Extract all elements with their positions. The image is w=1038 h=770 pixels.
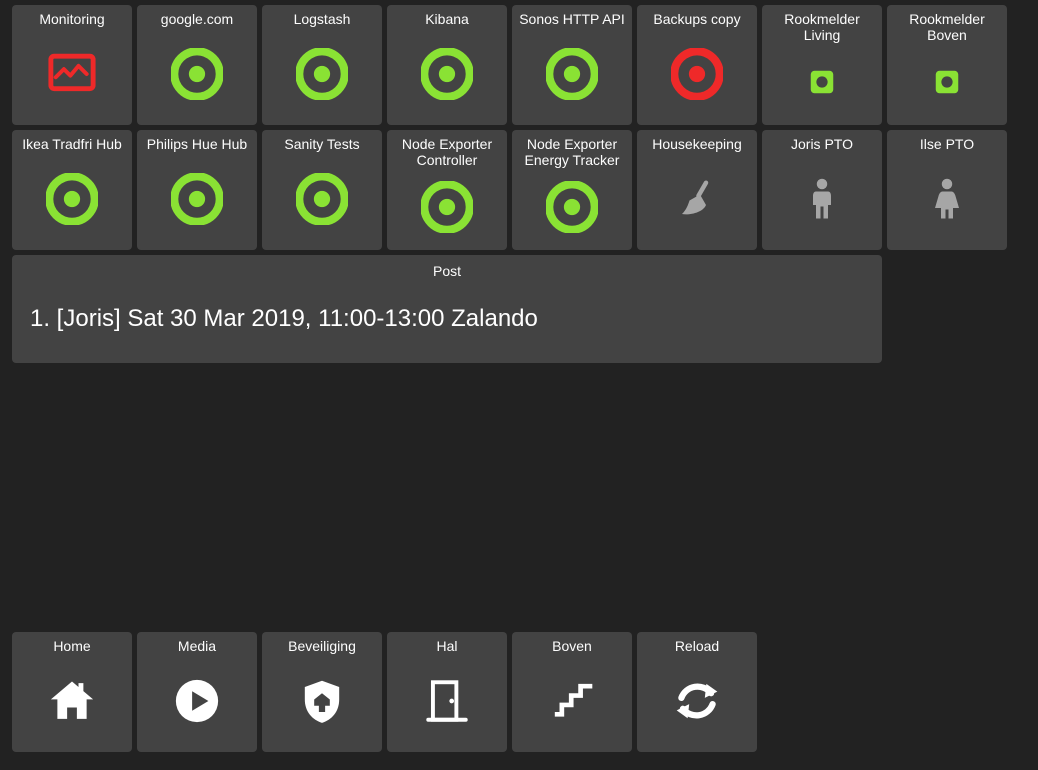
nav-beveiliging[interactable]: Beveiliging (262, 632, 382, 752)
tile-label: Housekeeping (652, 136, 742, 152)
tile-label: Ilse PTO (920, 136, 974, 152)
bullseye-icon (296, 154, 348, 250)
tile-node-exporter-energy-tracker[interactable]: Node Exporter Energy Tracker (512, 130, 632, 250)
tile-label: google.com (161, 11, 233, 27)
bullseye-icon (671, 29, 723, 125)
square-icon (927, 45, 967, 125)
tile-label: Kibana (425, 11, 469, 27)
bullseye-icon (171, 154, 223, 250)
tile-label: Sonos HTTP API (519, 11, 625, 27)
tile-backups-copy[interactable]: Backups copy (637, 5, 757, 125)
tile-label: Rookmelder Boven (891, 11, 1003, 43)
bullseye-icon (546, 170, 598, 250)
bullseye-icon (46, 154, 98, 250)
nav-reload[interactable]: Reload (637, 632, 757, 752)
tile-label: Ikea Tradfri Hub (22, 136, 122, 152)
shield-icon (297, 656, 347, 752)
post-body: 1. [Joris] Sat 30 Mar 2019, 11:00-13:00 … (24, 305, 870, 333)
male-icon (798, 154, 846, 250)
nav-label: Hal (436, 638, 457, 654)
tile-logstash[interactable]: Logstash (262, 5, 382, 125)
bottom-nav-bar: Home Media Beveiliging Hal Boven Reload (12, 632, 757, 752)
nav-label: Reload (675, 638, 719, 654)
post-panel: Post 1. [Joris] Sat 30 Mar 2019, 11:00-1… (12, 255, 882, 363)
nav-label: Home (53, 638, 90, 654)
post-title: Post (24, 263, 870, 279)
tile-label: Node Exporter Controller (391, 136, 503, 168)
tile-label: Backups copy (653, 11, 740, 27)
nav-label: Boven (552, 638, 592, 654)
nav-boven[interactable]: Boven (512, 632, 632, 752)
tile-label: Rookmelder Living (766, 11, 878, 43)
bullseye-icon (421, 170, 473, 250)
home-icon (46, 656, 98, 752)
tile-monitoring[interactable]: Monitoring (12, 5, 132, 125)
bullseye-icon (421, 29, 473, 125)
square-icon (802, 45, 842, 125)
reload-icon (672, 656, 722, 752)
tile-rookmelder-living[interactable]: Rookmelder Living (762, 5, 882, 125)
tile-label: Sanity Tests (284, 136, 359, 152)
tile-label: Joris PTO (791, 136, 853, 152)
tile-ikea-tradfri-hub[interactable]: Ikea Tradfri Hub (12, 130, 132, 250)
tile-label: Node Exporter Energy Tracker (516, 136, 628, 168)
tile-google-com[interactable]: google.com (137, 5, 257, 125)
tile-node-exporter-controller[interactable]: Node Exporter Controller (387, 130, 507, 250)
bullseye-icon (171, 29, 223, 125)
broom-icon (673, 154, 721, 250)
nav-label: Media (178, 638, 216, 654)
monitor-icon (46, 29, 98, 125)
tile-sonos-http-api[interactable]: Sonos HTTP API (512, 5, 632, 125)
tile-label: Philips Hue Hub (147, 136, 247, 152)
stairs-icon (547, 656, 597, 752)
nav-media[interactable]: Media (137, 632, 257, 752)
nav-hal[interactable]: Hal (387, 632, 507, 752)
door-icon (422, 656, 472, 752)
tile-philips-hue-hub[interactable]: Philips Hue Hub (137, 130, 257, 250)
tile-joris-pto[interactable]: Joris PTO (762, 130, 882, 250)
bullseye-icon (546, 29, 598, 125)
tile-ilse-pto[interactable]: Ilse PTO (887, 130, 1007, 250)
status-tile-grid: Monitoring google.com Logstash Kibana Sonos … (0, 0, 1038, 250)
female-icon (923, 154, 971, 250)
tile-housekeeping[interactable]: Housekeeping (637, 130, 757, 250)
play-icon (171, 656, 223, 752)
bullseye-icon (296, 29, 348, 125)
tile-label: Logstash (294, 11, 351, 27)
tile-kibana[interactable]: Kibana (387, 5, 507, 125)
tile-label: Monitoring (39, 11, 104, 27)
nav-home[interactable]: Home (12, 632, 132, 752)
tile-sanity-tests[interactable]: Sanity Tests (262, 130, 382, 250)
tile-rookmelder-boven[interactable]: Rookmelder Boven (887, 5, 1007, 125)
nav-label: Beveiliging (288, 638, 356, 654)
